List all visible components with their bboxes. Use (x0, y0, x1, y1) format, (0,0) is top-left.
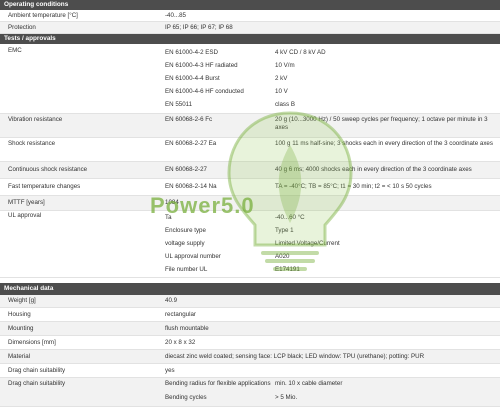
ul-value: A020 (275, 253, 290, 260)
emc-value: 4 kV CD / 8 kV AD (275, 49, 326, 56)
ul-value: Type 1 (275, 227, 294, 234)
ul-key: Enclosure type (165, 227, 206, 234)
drag-key: Bending cycles (165, 394, 207, 401)
row-value: rectangular (165, 311, 196, 318)
drag-key: Bending radius for flexible applications (165, 380, 271, 387)
emc-standard: EN 61000-4-3 HF radiated (165, 62, 238, 69)
ul-subrow: File number UL E174191 (165, 264, 494, 275)
table-row: Dimensions [mm] 20 x 8 x 32 (0, 336, 500, 350)
row-value: EN 60068-2-27 40 g 6 ms; 4000 shocks each… (165, 162, 500, 178)
ul-key: File number UL (165, 266, 208, 273)
row-value: IP 65; IP 66; IP 67; IP 68 (165, 24, 233, 31)
test-standard: EN 60068-2-14 Na (165, 183, 217, 190)
row-label: Ambient temperature [°C] (8, 12, 78, 19)
test-standard: EN 60068-2-27 Ea (165, 140, 217, 147)
row-value: 40.9 (165, 297, 178, 304)
emc-standard: EN 61000-4-2 ESD (165, 49, 218, 56)
emc-subrow: EN 61000-4-6 HF conducted 10 V (165, 86, 494, 97)
ul-value: -40...60 °C (275, 214, 305, 221)
row-label: Fast temperature changes (8, 183, 81, 190)
row-label: Housing (8, 311, 31, 318)
row-label: Drag chain suitability (8, 367, 66, 374)
emc-value: 10 V (275, 88, 288, 95)
table-row: Mounting flush mountable (0, 322, 500, 336)
emc-standard: EN 55011 (165, 101, 193, 108)
drag-subrow: Bending cycles > 5 Mio. (165, 392, 494, 404)
ul-value: Limited Voltage/Current (275, 240, 340, 247)
row-label: Weight [g] (8, 297, 36, 304)
table-row: Drag chain suitability yes (0, 364, 500, 378)
table-row: Housing rectangular (0, 308, 500, 322)
row-value: EN 60068-2-14 Na TA = -40°C; TB = 85°C; t… (165, 179, 500, 195)
emc-subrow: EN 55011 class B (165, 99, 494, 110)
table-row-mttf: MTTF [years] 1084 (0, 196, 500, 211)
row-value: EN 61000-4-2 ESD 4 kV CD / 8 kV AD EN 610… (165, 47, 500, 110)
drag-value: > 5 Mio. (275, 394, 298, 401)
ul-key: UL approval number (165, 253, 221, 260)
drag-value: min. 10 x cable diameter (275, 380, 343, 387)
emc-value: 10 V/m (275, 62, 295, 69)
ul-subrow: voltage supply Limited Voltage/Current (165, 238, 494, 249)
table-row: Protection IP 65; IP 66; IP 67; IP 68 (0, 22, 500, 34)
row-label: EMC (8, 47, 22, 54)
table-row-fast-temperature: Fast temperature changes EN 60068-2-14 N… (0, 179, 500, 196)
test-value: 20 g (10...3000 Hz) / 50 sweep cycles pe… (275, 116, 488, 131)
emc-standard: EN 61000-4-6 HF conducted (165, 88, 244, 95)
table-row-continuous-shock: Continuous shock resistance EN 60068-2-2… (0, 162, 500, 179)
row-label: MTTF [years] (8, 199, 45, 206)
row-value: Ta -40...60 °C Enclosure type Type 1 volta… (165, 212, 500, 275)
test-standard: EN 60068-2-27 (165, 166, 207, 173)
table-row-drag-chain: Drag chain suitability Bending radius fo… (0, 378, 500, 407)
ul-value: E174191 (275, 266, 300, 273)
ul-subrow: UL approval number A020 (165, 251, 494, 262)
emc-value: 2 kV (275, 75, 288, 82)
section-header-operating-conditions: Operating conditions (0, 0, 500, 10)
row-value: -40...85 (165, 12, 186, 19)
ul-subrow: Ta -40...60 °C (165, 212, 494, 223)
table-row-ul-approval: UL approval Ta -40...60 °C Enclosure type… (0, 211, 500, 278)
row-value: Bending radius for flexible applications… (165, 380, 500, 404)
row-value: EN 60068-2-6 Fc 20 g (10...3000 Hz) / 50 … (165, 116, 500, 137)
ul-subrow: Enclosure type Type 1 (165, 225, 494, 236)
table-row-emc: EMC EN 61000-4-2 ESD 4 kV CD / 8 kV AD EN… (0, 44, 500, 114)
ul-key: voltage supply (165, 240, 205, 247)
row-label: Dimensions [mm] (8, 339, 56, 346)
row-value: yes (165, 367, 175, 374)
emc-subrow: EN 61000-4-4 Burst 2 kV (165, 73, 494, 84)
drag-subrow: Bending radius for flexible applications… (165, 380, 494, 388)
row-label: Material (8, 353, 31, 360)
row-label: Protection (8, 24, 36, 31)
emc-value: class B (275, 101, 295, 108)
row-label: Vibration resistance (8, 116, 63, 123)
row-label: Continuous shock resistance (8, 166, 88, 173)
row-label: Shock resistance (8, 140, 56, 147)
section-header-tests-approvals: Tests / approvals (0, 34, 500, 44)
table-row-shock: Shock resistance EN 60068-2-27 Ea 100 g 1… (0, 138, 500, 162)
test-value: TA = -40°C; TB = 85°C; t1 = 30 min; t2 =… (275, 183, 432, 190)
section-header-mechanical-data: Mechanical data (0, 283, 500, 295)
row-label: UL approval (8, 212, 42, 219)
test-standard: EN 60068-2-6 Fc (165, 116, 213, 123)
row-value: EN 60068-2-27 Ea 100 g 11 ms half-sine; 3… (165, 140, 500, 161)
row-value: diecast zinc weld coated; sensing face: … (165, 353, 425, 360)
test-value: 40 g 6 ms; 4000 shocks each in every dir… (275, 166, 472, 173)
emc-standard: EN 61000-4-4 Burst (165, 75, 220, 82)
row-label: Drag chain suitability (8, 380, 66, 387)
table-row: Ambient temperature [°C] -40...85 (0, 10, 500, 22)
row-value: flush mountable (165, 325, 209, 332)
emc-subrow: EN 61000-4-3 HF radiated 10 V/m (165, 60, 494, 71)
emc-subrow: EN 61000-4-2 ESD 4 kV CD / 8 kV AD (165, 47, 494, 58)
row-value: 1084 (165, 199, 179, 206)
ul-key: Ta (165, 214, 172, 221)
test-value: 100 g 11 ms half-sine; 3 shocks each in … (275, 140, 493, 147)
table-row: Weight [g] 40.9 (0, 295, 500, 308)
table-row-vibration: Vibration resistance EN 60068-2-6 Fc 20 g… (0, 114, 500, 138)
table-row: Material diecast zinc weld coated; sensi… (0, 350, 500, 364)
row-value: 20 x 8 x 32 (165, 339, 196, 346)
row-label: Mounting (8, 325, 34, 332)
